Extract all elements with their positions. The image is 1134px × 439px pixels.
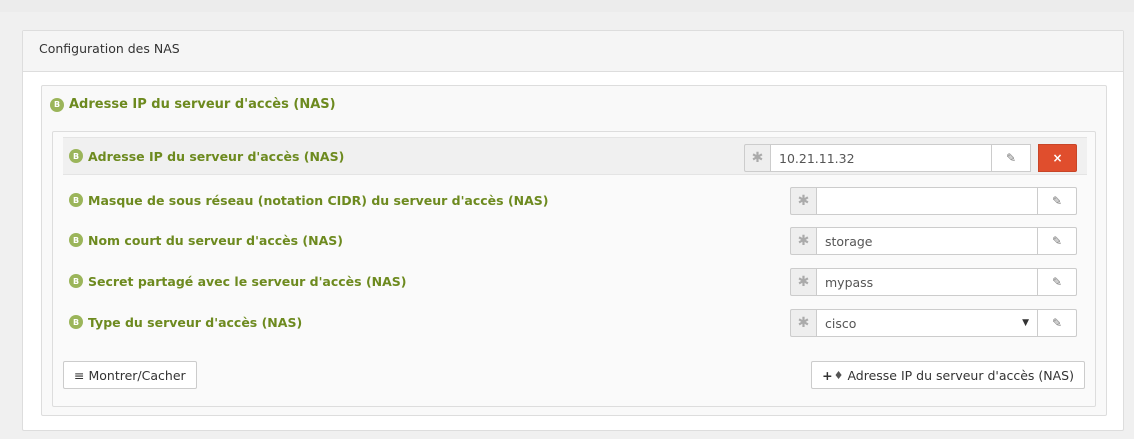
row-badge: B <box>69 149 83 163</box>
nas-config-panel: Configuration des NAS B Adresse IP du se… <box>22 30 1124 431</box>
family-title: B Adresse IP du serveur d'accès (NAS) <box>50 97 336 112</box>
plus-icon: + <box>822 367 833 383</box>
ip-field-group: ✱ 10.21.11.32 ✎ × <box>744 144 1077 172</box>
nas-type-select[interactable]: cisco ▼ <box>816 309 1038 337</box>
nas-type-value: cisco <box>825 315 857 331</box>
nas-entry: B Adresse IP du serveur d'accès (NAS) ✱ … <box>52 131 1096 407</box>
row-label: B Adresse IP du serveur d'accès (NAS) <box>69 149 344 164</box>
nas-family: B Adresse IP du serveur d'accès (NAS) B … <box>41 85 1107 416</box>
asterisk-icon: ✱ <box>790 268 816 296</box>
remove-button[interactable]: × <box>1038 144 1077 172</box>
name-field-group: ✱ storage ✎ <box>790 227 1077 255</box>
mask-field-group: ✱ ✎ <box>790 187 1077 215</box>
row-nas-mask: B Masque de sous réseau (notation CIDR) … <box>63 181 1087 219</box>
asterisk-icon: ✱ <box>744 144 770 172</box>
family-title-label: Adresse IP du serveur d'accès (NAS) <box>69 97 336 112</box>
show-hide-button[interactable]: ≡ Montrer/Cacher <box>63 361 197 389</box>
nas-name-input[interactable]: storage <box>816 227 1038 255</box>
edit-icon[interactable]: ✎ <box>992 144 1031 172</box>
secret-field-group: ✱ mypass ✎ <box>790 268 1077 296</box>
row-badge: B <box>69 193 83 207</box>
row-label: B Secret partagé avec le serveur d'accès… <box>69 274 407 289</box>
show-hide-label: Montrer/Cacher <box>88 367 186 383</box>
row-nas-name: B Nom court du serveur d'accès (NAS) ✱ s… <box>63 221 1087 259</box>
row-label-text: Secret partagé avec le serveur d'accès (… <box>88 273 407 289</box>
nas-secret-input[interactable]: mypass <box>816 268 1038 296</box>
bars-icon: ≡ <box>74 367 85 383</box>
edit-icon[interactable]: ✎ <box>1038 309 1077 337</box>
row-label-text: Masque de sous réseau (notation CIDR) du… <box>88 192 549 208</box>
row-label-text: Type du serveur d'accès (NAS) <box>88 314 303 330</box>
family-badge: B <box>50 97 64 112</box>
row-label-text: Nom court du serveur d'accès (NAS) <box>88 232 343 248</box>
row-nas-secret: B Secret partagé avec le serveur d'accès… <box>63 262 1087 300</box>
row-nas-type: B Type du serveur d'accès (NAS) ✱ cisco … <box>63 303 1087 341</box>
edit-icon[interactable]: ✎ <box>1038 227 1077 255</box>
row-label: B Type du serveur d'accès (NAS) <box>69 315 302 330</box>
edit-icon[interactable]: ✎ <box>1038 268 1077 296</box>
type-field-group: ✱ cisco ▼ ✎ <box>790 309 1077 337</box>
row-badge: B <box>69 315 83 329</box>
caret-down-icon: ▼ <box>1022 318 1029 328</box>
row-label-text: Adresse IP du serveur d'accès (NAS) <box>88 148 345 164</box>
asterisk-icon: ✱ <box>790 187 816 215</box>
panel-title: Configuration des NAS <box>23 31 1123 72</box>
page-top-strip <box>0 0 1134 12</box>
add-nas-label: Adresse IP du serveur d'accès (NAS) <box>847 367 1074 383</box>
row-label: B Masque de sous réseau (notation CIDR) … <box>69 193 549 208</box>
add-nas-button[interactable]: + ♦ Adresse IP du serveur d'accès (NAS) <box>811 361 1085 389</box>
row-nas-ip: B Adresse IP du serveur d'accès (NAS) ✱ … <box>63 137 1087 175</box>
row-label: B Nom court du serveur d'accès (NAS) <box>69 233 343 248</box>
edit-icon[interactable]: ✎ <box>1038 187 1077 215</box>
row-badge: B <box>69 233 83 247</box>
nas-mask-input[interactable] <box>816 187 1038 215</box>
tag-icon: ♦ <box>833 368 844 382</box>
nas-ip-input[interactable]: 10.21.11.32 <box>770 144 992 172</box>
row-badge: B <box>69 274 83 288</box>
asterisk-icon: ✱ <box>790 227 816 255</box>
asterisk-icon: ✱ <box>790 309 816 337</box>
